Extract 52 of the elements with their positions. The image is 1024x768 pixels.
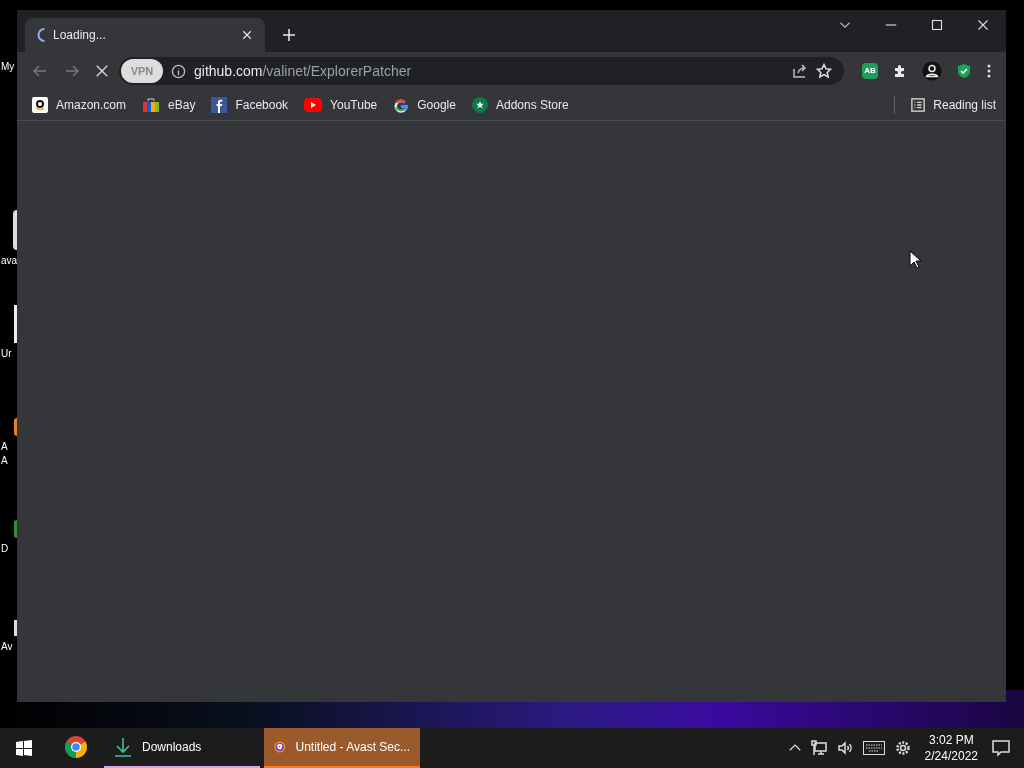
star-icon[interactable] — [816, 63, 832, 79]
mouse-pointer-icon — [909, 250, 921, 269]
taskbar-app-label: Downloads — [142, 739, 202, 756]
bookmark-link[interactable]: Facebook — [235, 96, 289, 114]
close-icon[interactable] — [241, 29, 253, 41]
settings-icon[interactable] — [894, 740, 911, 756]
desktop-icon-label: ava — [0, 254, 18, 268]
bookmark-link[interactable]: Amazon.com — [56, 96, 127, 114]
clock-date: 2/24/2022 — [924, 748, 978, 764]
download-icon — [114, 737, 132, 757]
browser-tab[interactable]: Loading... — [25, 18, 265, 52]
windows-start-icon[interactable] — [16, 740, 32, 756]
taskbar-app[interactable]: Downloads — [104, 728, 260, 768]
taskbar-app[interactable]: Untitled - Avast Sec... — [264, 728, 420, 768]
volume-icon[interactable] — [836, 740, 853, 756]
shopping-bag-icon — [142, 97, 161, 113]
facebook-icon — [211, 97, 228, 113]
plus-icon[interactable] — [281, 27, 297, 43]
more-menu-icon[interactable] — [986, 63, 992, 79]
keyboard-icon[interactable] — [862, 741, 885, 755]
desktop-icon[interactable] — [14, 418, 17, 436]
desktop-icon[interactable] — [14, 520, 17, 538]
desktop-icon-label: My — [0, 60, 15, 74]
profile-icon[interactable] — [922, 61, 942, 81]
star-badge-icon — [471, 97, 488, 113]
google-icon — [393, 97, 410, 113]
notification-icon[interactable] — [992, 739, 1010, 757]
close-icon[interactable] — [977, 19, 989, 31]
maximize-icon[interactable] — [931, 19, 943, 31]
info-icon[interactable] — [171, 63, 186, 79]
desktop-icon-label: A A — [0, 440, 8, 468]
taskbar-app-label: Untitled - Avast Sec... — [295, 739, 410, 756]
url-text: github.com/valinet/ExplorerPatcher — [194, 61, 413, 81]
stop-icon[interactable] — [95, 64, 109, 78]
network-icon[interactable] — [810, 740, 827, 756]
desktop-icon-label: Av — [0, 640, 13, 654]
play-icon — [304, 98, 323, 112]
bookmark-link[interactable]: YouTube — [330, 96, 378, 114]
share-icon[interactable] — [792, 63, 808, 79]
chrome-icon — [64, 735, 88, 759]
reading-list-link[interactable]: Reading list — [933, 96, 996, 114]
desktop-icon[interactable] — [13, 210, 17, 250]
tab-title: Loading... — [53, 27, 107, 44]
bookmark-link[interactable]: eBay — [168, 96, 196, 114]
clock-time: 3:02 PM — [928, 732, 974, 748]
address-bar[interactable]: VPN github.com/valinet/ExplorerPatcher — [119, 57, 844, 85]
reading-list-icon[interactable] — [911, 98, 926, 112]
shield-check-icon[interactable] — [956, 63, 972, 79]
bookmark-link[interactable]: Addons Store — [495, 96, 569, 114]
desktop-icon-label: Ur — [0, 347, 12, 361]
desktop-icon-label: D — [0, 542, 9, 556]
bookmark-link[interactable]: Google — [417, 96, 456, 114]
